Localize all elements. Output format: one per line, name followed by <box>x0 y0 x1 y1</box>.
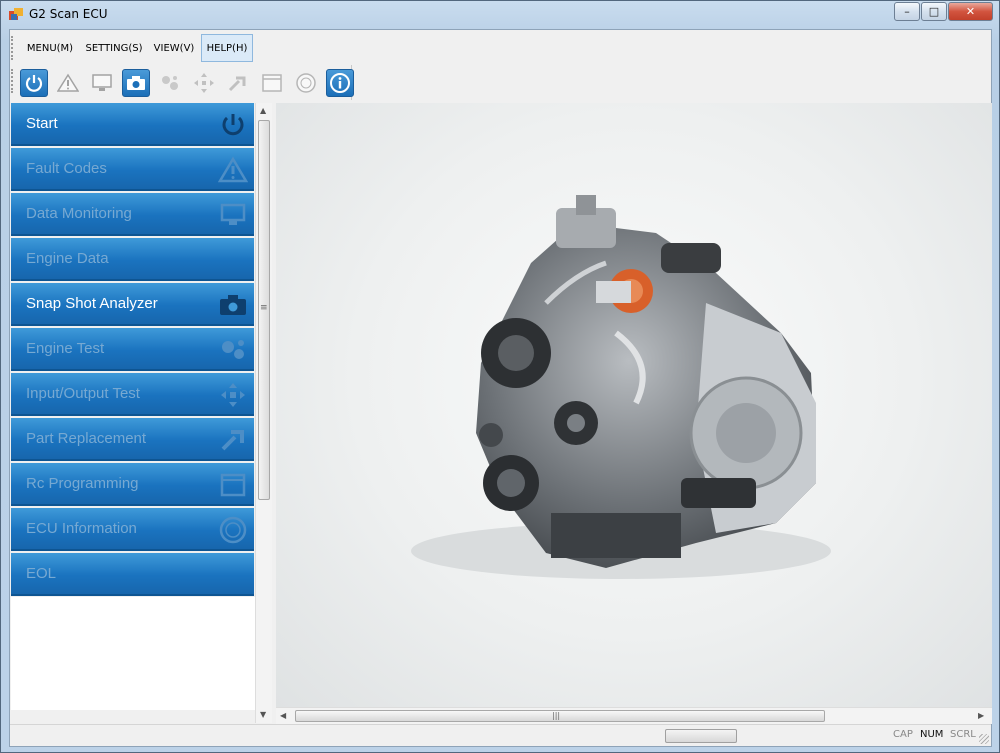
power-icon <box>222 114 244 136</box>
info-icon <box>330 73 350 93</box>
sidebar-item-part-replacement[interactable]: Part Replacement <box>11 418 254 461</box>
scroll-grip: ||| <box>552 711 561 720</box>
window-title: G2 Scan ECU <box>29 7 108 21</box>
scroll-right-icon[interactable]: ▶ <box>978 711 984 720</box>
menu-menu[interactable]: MENU(M) <box>19 34 81 62</box>
toolbar-data-monitoring-button[interactable] <box>88 69 116 97</box>
close-icon: ✕ <box>965 5 976 18</box>
toolbar-ecu-information-button[interactable] <box>292 69 320 97</box>
part-replace-icon <box>228 76 246 92</box>
app-window: G2 Scan ECU – □ ✕ MENU(M) SETTING(S) VIE… <box>0 0 1000 753</box>
sidebar-item-ecu-information[interactable]: ECU Information <box>11 508 254 551</box>
status-bar: CAP NUM SCRL <box>10 724 991 746</box>
ecu-icon <box>296 73 316 93</box>
scroll-left-icon[interactable]: ◀ <box>280 711 286 720</box>
main-view <box>276 103 992 707</box>
toolbar-info-button[interactable] <box>326 69 354 97</box>
sidebar-item-start[interactable]: Start <box>11 103 254 146</box>
scroll-grip: ≡ <box>260 303 268 313</box>
minimize-button[interactable]: – <box>894 2 920 21</box>
toolbar-grip <box>11 69 14 93</box>
sidebar-item-input-output-test[interactable]: Input/Output Test <box>11 373 254 416</box>
camera-icon <box>220 295 246 315</box>
io-arrows-icon <box>194 73 214 93</box>
status-progress-bar <box>665 729 737 743</box>
camera-icon <box>127 76 145 90</box>
toolbar-snapshot-button[interactable] <box>122 69 150 97</box>
main-horizontal-scrollbar[interactable]: ◀ ||| ▶ <box>276 707 992 724</box>
sidebar-item-label: Engine Data <box>26 250 109 267</box>
toolbar-rc-programming-button[interactable] <box>258 69 286 97</box>
sidebar-empty-area <box>11 597 255 710</box>
warning-icon <box>57 73 79 92</box>
part-replace-icon <box>221 430 244 451</box>
toolbar-start-button[interactable] <box>20 69 48 97</box>
engine-image <box>411 195 831 579</box>
status-cap: CAP <box>893 729 913 740</box>
rc-program-icon <box>220 473 246 497</box>
rc-program-icon <box>262 74 282 92</box>
sidebar-item-rc-programming[interactable]: Rc Programming <box>11 463 254 506</box>
engine-test-icon <box>222 340 244 359</box>
menu-bar: MENU(M) SETTING(S) VIEW(V) HELP(H) <box>10 30 991 64</box>
toolbar-fault-codes-button[interactable] <box>54 69 82 97</box>
app-logo-icon <box>9 8 23 20</box>
sidebar-item-snap-shot-analyzer[interactable]: Snap Shot Analyzer <box>11 283 254 326</box>
close-button[interactable]: ✕ <box>948 2 993 21</box>
status-scrl: SCRL <box>950 729 976 740</box>
warning-icon <box>218 156 248 183</box>
monitor-icon <box>92 74 112 91</box>
menu-view[interactable]: VIEW(V) <box>149 34 199 62</box>
sidebar-item-eol[interactable]: EOL <box>11 553 254 596</box>
sidebar-item-engine-data[interactable]: Engine Data <box>11 238 254 281</box>
sidebar-item-data-monitoring[interactable]: Data Monitoring <box>11 193 254 236</box>
engine-test-icon <box>162 76 178 90</box>
scroll-thumb[interactable]: ||| <box>295 710 825 722</box>
ecu-icon <box>219 516 247 544</box>
menu-grip <box>11 36 14 60</box>
toolbar-part-replacement-button[interactable] <box>224 69 252 97</box>
scroll-down-icon[interactable]: ▼ <box>260 710 266 719</box>
power-icon <box>25 75 43 92</box>
toolbar <box>10 65 354 100</box>
client-area: MENU(M) SETTING(S) VIEW(V) HELP(H) Start… <box>9 29 992 747</box>
status-num: NUM <box>920 729 944 740</box>
sidebar-item-label: EOL <box>26 565 57 582</box>
menu-help[interactable]: HELP(H) <box>201 34 253 62</box>
io-arrows-icon <box>221 383 245 407</box>
sidebar-item-engine-test[interactable]: Engine Test <box>11 328 254 371</box>
minimize-icon: – <box>904 5 910 18</box>
monitor-icon <box>220 203 246 225</box>
sidebar-item-fault-codes[interactable]: Fault Codes <box>11 148 254 191</box>
maximize-button[interactable]: □ <box>921 2 947 21</box>
toolbar-engine-test-button[interactable] <box>156 69 184 97</box>
toolbar-io-test-button[interactable] <box>190 69 218 97</box>
sidebar-nav: Start Fault Codes Data Monitoring Engine… <box>11 103 255 600</box>
scroll-thumb[interactable]: ≡ <box>258 120 270 500</box>
menu-setting[interactable]: SETTING(S) <box>83 34 145 62</box>
resize-grip[interactable] <box>979 734 989 744</box>
scroll-up-icon[interactable]: ▲ <box>260 106 266 115</box>
title-bar[interactable]: G2 Scan ECU – □ ✕ <box>1 1 999 27</box>
maximize-icon: □ <box>928 5 940 18</box>
sidebar-vertical-scrollbar[interactable]: ▲ ≡ ▼ <box>255 103 272 723</box>
